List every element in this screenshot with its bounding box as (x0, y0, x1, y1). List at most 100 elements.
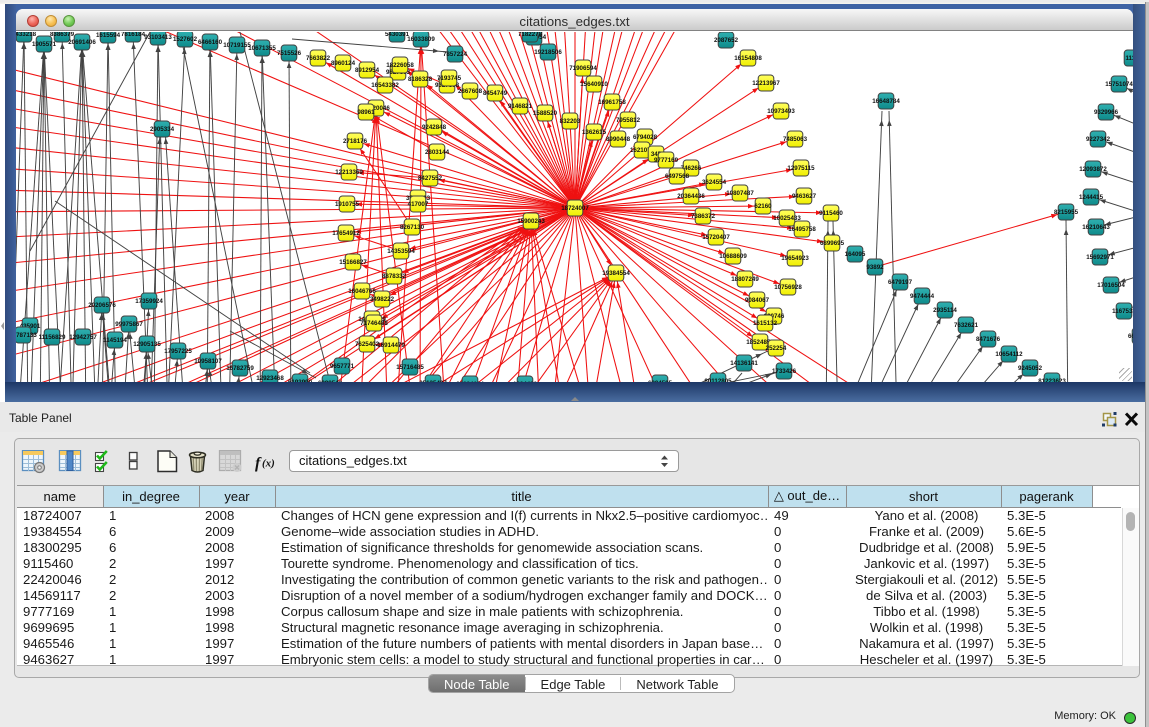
svg-text:16543382: 16543382 (371, 82, 399, 89)
svg-text:8912954: 8912954 (355, 67, 380, 74)
svg-text:7816184: 7816184 (121, 32, 146, 38)
svg-text:6479197: 6479197 (888, 279, 913, 286)
svg-text:2867608: 2867608 (458, 88, 483, 95)
svg-text:832203: 832203 (560, 118, 581, 125)
svg-text:6899695: 6899695 (820, 240, 845, 247)
svg-text:(x): (x) (262, 458, 275, 470)
svg-text:15640910: 15640910 (580, 81, 608, 88)
svg-text:9242848: 9242848 (422, 124, 447, 131)
svg-text:8186328: 8186328 (408, 76, 433, 83)
svg-text:18226058: 18226058 (386, 62, 414, 69)
svg-text:12923468: 12923468 (256, 375, 284, 382)
svg-text:9657771: 9657771 (330, 363, 355, 370)
svg-text:417007: 417007 (408, 201, 429, 208)
svg-text:17654912: 17654912 (332, 230, 360, 237)
svg-text:71746488: 71746488 (360, 320, 388, 327)
svg-text:12213369: 12213369 (335, 169, 363, 176)
svg-text:6658760: 6658760 (1128, 333, 1133, 340)
svg-text:1167533: 1167533 (1112, 308, 1133, 315)
svg-text:16914479: 16914479 (377, 342, 405, 349)
svg-text:0433218: 0433218 (16, 32, 37, 38)
svg-text:6204505: 6204505 (648, 380, 673, 382)
svg-text:8386379: 8386379 (50, 32, 75, 38)
svg-text:1527602: 1527602 (173, 36, 198, 43)
svg-text:62160: 62160 (754, 203, 772, 210)
svg-text:9245052: 9245052 (1018, 365, 1043, 372)
svg-text:1824493: 1824493 (513, 381, 538, 382)
svg-text:252254: 252254 (766, 345, 787, 352)
svg-text:15166827: 15166827 (339, 259, 367, 266)
svg-text:7485063: 7485063 (783, 136, 808, 143)
svg-text:7663822: 7663822 (306, 55, 331, 62)
svg-text:93892: 93892 (866, 264, 884, 271)
svg-text:1588520: 1588520 (533, 110, 558, 117)
svg-text:11156829: 11156829 (39, 334, 66, 341)
svg-text:10973493: 10973493 (767, 108, 795, 115)
svg-text:19654923: 19654923 (781, 255, 809, 262)
svg-text:1615594: 1615594 (96, 32, 121, 39)
svg-text:2935114: 2935114 (933, 307, 957, 314)
svg-text:19384554: 19384554 (602, 270, 630, 277)
svg-text:2803144: 2803144 (425, 149, 450, 156)
svg-text:9777169: 9777169 (654, 157, 679, 164)
svg-text:18724007: 18724007 (561, 205, 589, 212)
svg-text:16033809: 16033809 (407, 36, 435, 43)
svg-text:8990448: 8990448 (606, 136, 631, 143)
svg-text:1910755: 1910755 (335, 201, 360, 208)
svg-text:80112805: 80112805 (704, 378, 732, 382)
svg-text:20691406: 20691406 (68, 39, 96, 46)
svg-text:7182278: 7182278 (518, 32, 543, 38)
svg-text:7515526: 7515526 (277, 50, 302, 57)
svg-text:9227342: 9227342 (1086, 136, 1111, 143)
svg-text:12213967: 12213967 (752, 80, 780, 87)
svg-text:1733426: 1733426 (772, 368, 797, 375)
svg-text:12942757: 12942757 (69, 334, 97, 341)
svg-text:1362615: 1362615 (582, 129, 607, 136)
svg-text:20364436: 20364436 (677, 193, 705, 200)
svg-text:17016504: 17016504 (1097, 282, 1125, 289)
svg-text:16210643: 16210643 (1082, 224, 1110, 231)
svg-text:10807487: 10807487 (726, 190, 754, 197)
svg-text:7625402: 7625402 (355, 341, 380, 348)
svg-text:10671355: 10671355 (248, 45, 276, 52)
svg-text:17359924: 17359924 (135, 298, 163, 305)
svg-text:93103413: 93103413 (144, 34, 172, 41)
svg-text:9115460: 9115460 (819, 210, 843, 217)
svg-text:8471676: 8471676 (976, 336, 1001, 343)
svg-text:71906594: 71906594 (569, 65, 597, 72)
svg-text:1112: 1112 (1125, 55, 1133, 62)
svg-text:8454749: 8454749 (483, 90, 508, 97)
svg-text:18807249: 18807249 (731, 276, 759, 283)
svg-text:5430391: 5430391 (385, 32, 410, 38)
svg-text:10958107: 10958107 (194, 358, 222, 365)
svg-text:15720407: 15720407 (702, 234, 730, 241)
svg-text:15716485: 15716485 (396, 364, 424, 371)
svg-text:16495758: 16495758 (788, 226, 816, 233)
svg-text:7955812: 7955812 (616, 117, 641, 124)
svg-text:6466160: 6466160 (198, 39, 223, 46)
svg-text:1244415: 1244415 (1079, 194, 1104, 201)
svg-text:14353594: 14353594 (387, 248, 415, 255)
svg-text:7632621: 7632621 (954, 322, 979, 329)
svg-text:7857224: 7857224 (443, 51, 468, 58)
svg-text:10756928: 10756928 (774, 284, 802, 291)
svg-text:f: f (255, 455, 262, 472)
svg-text:2087652: 2087652 (714, 37, 739, 44)
svg-text:19218506: 19218506 (534, 49, 562, 56)
svg-text:6998543: 6998543 (318, 380, 343, 382)
svg-text:10688609: 10688609 (719, 253, 747, 260)
svg-text:8878332: 8878332 (382, 273, 407, 280)
svg-text:10654112: 10654112 (995, 351, 1023, 358)
svg-text:3498222: 3498222 (370, 296, 395, 303)
svg-text:6497568: 6497568 (665, 173, 690, 180)
svg-text:10719155: 10719155 (223, 42, 251, 49)
svg-text:6193990: 6193990 (288, 379, 313, 382)
svg-text:98084124: 98084124 (456, 381, 484, 382)
svg-text:9329966: 9329966 (1094, 109, 1119, 116)
svg-text:15900243: 15900243 (517, 218, 545, 225)
svg-text:15751074: 15751074 (1105, 81, 1133, 88)
svg-text:9084067: 9084067 (745, 297, 770, 304)
svg-text:12905135: 12905135 (133, 341, 161, 348)
svg-text:7386372: 7386372 (691, 213, 716, 220)
svg-text:99975867: 99975867 (115, 321, 143, 328)
